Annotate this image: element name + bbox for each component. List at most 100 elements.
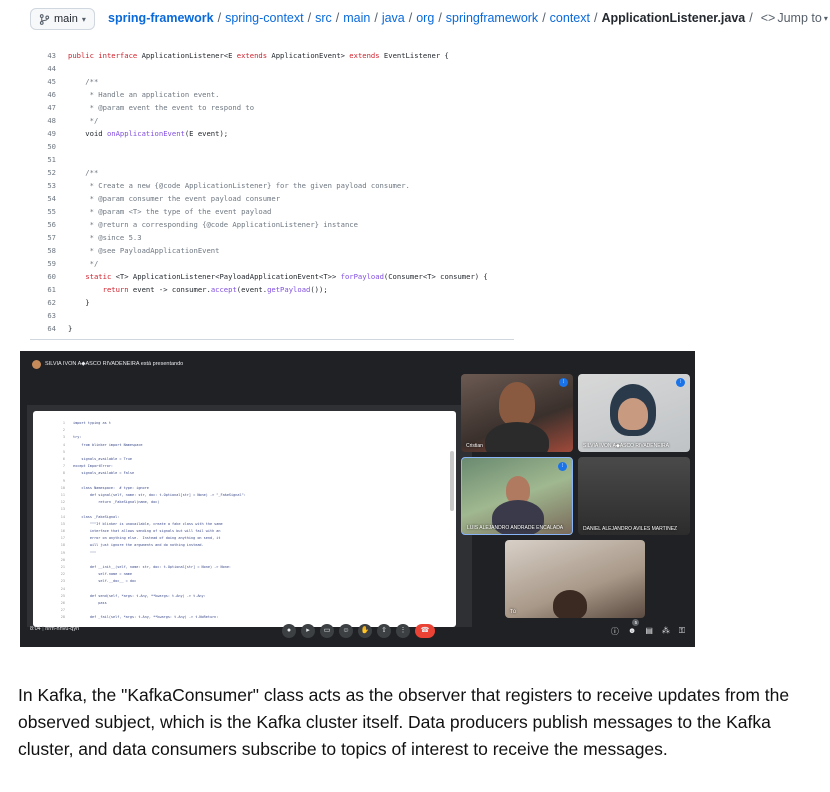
activities-icon[interactable]: ⁂ <box>662 626 670 637</box>
breadcrumb-link[interactable]: springframework <box>446 11 538 25</box>
microphone-icon[interactable]: ● <box>282 624 296 638</box>
people-icon[interactable]: ☻ 5 <box>628 619 640 637</box>
participant-tile[interactable]: DANIEL ALEJANDRO AVILES MARTINEZ <box>578 457 690 535</box>
line-number[interactable]: 49 <box>30 127 56 140</box>
code-text: interface that allows sending of signals… <box>73 529 221 533</box>
shared-code-line: 25 def send(self, *args: t.Any, **kwargs… <box>55 594 206 598</box>
breadcrumb-link[interactable]: java <box>382 11 405 25</box>
participant-tile[interactable]: ⁞ LUIS ALEJANDRO ANDRADE ENCALADA <box>461 457 573 535</box>
participant-count-badge: 5 <box>632 619 640 626</box>
emoji-icon[interactable]: ☺ <box>339 624 353 638</box>
line-number[interactable]: 44 <box>30 62 56 75</box>
captions-icon[interactable]: ▭ <box>320 624 334 638</box>
breadcrumb-separator: / <box>749 11 753 25</box>
code-text: * @return a corresponding {@code Applica… <box>68 220 358 229</box>
line-number[interactable]: 50 <box>30 140 56 153</box>
line-number[interactable]: 48 <box>30 114 56 127</box>
branch-selector-button[interactable]: main ▾ <box>30 8 95 30</box>
shared-code-line: 12 return _FakeSignal(name, doc) <box>55 500 160 504</box>
line-number[interactable]: 46 <box>30 88 56 101</box>
shared-code-line: 3 try: <box>55 435 82 439</box>
present-screen-icon[interactable]: ⇧ <box>377 624 391 638</box>
camera-icon[interactable]: ▸ <box>301 624 315 638</box>
line-number[interactable]: 64 <box>30 322 56 335</box>
line-number[interactable]: 58 <box>30 244 56 257</box>
call-controls-bar: 8:04 | nrm-hhvu-qyn ● ▸ ▭ ☺ ✋ ⇧ ⋮ ☎ ⓘ ☻ 5… <box>20 617 695 647</box>
line-number[interactable]: 62 <box>30 296 56 309</box>
line-number[interactable]: 55 <box>30 205 56 218</box>
shared-code-line: 1 import typing as t <box>55 421 111 425</box>
participant-video <box>485 422 549 452</box>
line-number[interactable]: 56 <box>30 218 56 231</box>
code-line: 59 */ <box>30 257 514 270</box>
file-breadcrumb-bar: main ▾ spring-framework / spring-context… <box>0 0 830 38</box>
breadcrumb-separator: / <box>438 11 442 25</box>
branch-name: main <box>54 13 78 25</box>
code-text: from blinker import Namespace <box>73 442 143 447</box>
info-icon[interactable]: ⓘ <box>611 626 619 637</box>
line-number[interactable]: 57 <box>30 231 56 244</box>
line-number: 25 <box>60 593 65 598</box>
code-line: 44 <box>30 62 514 75</box>
code-text: */ <box>68 259 99 268</box>
line-number[interactable]: 54 <box>30 192 56 205</box>
line-number[interactable]: 47 <box>30 101 56 114</box>
code-line: 45 /** <box>30 75 514 88</box>
code-text: * @param <T> the type of the event paylo… <box>68 207 272 216</box>
line-number[interactable]: 53 <box>30 179 56 192</box>
line-number[interactable]: 52 <box>30 166 56 179</box>
line-number: 17 <box>60 536 65 541</box>
shared-screen: 1 import typing as t 2 3 try: 4 from blinker … <box>27 405 472 627</box>
breadcrumb-link[interactable]: org <box>416 11 434 25</box>
breadcrumb-link[interactable]: spring-context <box>225 11 304 25</box>
kafka-explanation-paragraph: In Kafka, the "KafkaConsumer" class acts… <box>18 685 790 759</box>
participant-name: Cristian <box>466 443 483 449</box>
participant-tile[interactable]: ⁞ SILVIA IVON A◆ASCO RIVADENEIRA <box>578 374 690 452</box>
shared-code-document: 1 import typing as t 2 3 try: 4 from blinker … <box>33 411 456 627</box>
code-line: 57 * @since 5.3 <box>30 231 514 244</box>
breadcrumb-separator: / <box>408 11 413 25</box>
end-call-button[interactable]: ☎ <box>415 624 435 638</box>
line-number: 27 <box>60 608 65 613</box>
raise-hand-icon[interactable]: ✋ <box>358 624 372 638</box>
breadcrumb-link[interactable]: src <box>315 11 332 25</box>
participant-name: LUIS ALEJANDRO ANDRADE ENCALADA <box>467 525 564 531</box>
line-number[interactable]: 43 <box>30 49 56 62</box>
shared-code-line: 23 self.__doc__ = doc <box>55 579 136 583</box>
line-number[interactable]: 59 <box>30 257 56 270</box>
jump-to-button[interactable]: <> Jump to ▾ <box>761 11 828 25</box>
line-number[interactable]: 63 <box>30 309 56 322</box>
code-text: self.__doc__ = doc <box>73 579 137 584</box>
line-number[interactable]: 45 <box>30 75 56 88</box>
more-options-icon[interactable]: ⋮ <box>396 624 410 638</box>
line-number: 10 <box>60 485 65 490</box>
line-number[interactable]: 61 <box>30 283 56 296</box>
shared-code-line: 20 <box>55 558 73 562</box>
code-text: """If blinker is unavailable, create a f… <box>73 521 223 526</box>
code-line: 48 */ <box>30 114 514 127</box>
line-number[interactable]: 51 <box>30 153 56 166</box>
participant-tile[interactable]: ⁞ Cristian <box>461 374 573 452</box>
breadcrumb-repo-link[interactable]: spring-framework <box>108 11 214 25</box>
breadcrumb-separator: / <box>217 11 222 25</box>
chat-icon[interactable]: ▤ <box>645 626 653 637</box>
code-text: static <T> ApplicationListener<PayloadAp… <box>85 272 488 281</box>
code-text: void onApplicationEvent(E event); <box>68 129 229 138</box>
video-call: SILVIA IVON A◆ASCO RIVADENEIRA está pres… <box>20 351 695 647</box>
breadcrumb-separator: / <box>542 11 546 25</box>
code-text: """ <box>73 550 97 555</box>
shared-code-line: 9 <box>55 479 73 483</box>
breadcrumb-link[interactable]: context <box>550 11 590 25</box>
host-controls-icon[interactable]: ⚿ <box>679 626 685 637</box>
code-line: 60 static <T> ApplicationListener<Payloa… <box>30 270 514 283</box>
line-number: 11 <box>60 493 65 497</box>
code-text: * @see PayloadApplicationEvent <box>68 246 220 255</box>
shared-code-line: 27 <box>55 608 73 612</box>
self-view-tile[interactable]: Tú <box>505 540 645 618</box>
line-number[interactable]: 60 <box>30 270 56 283</box>
breadcrumb-link[interactable]: main <box>343 11 370 25</box>
code-text: def __init__(self, name: str, doc: t.Opt… <box>73 565 232 569</box>
code-line: 55 * @param <T> the type of the event pa… <box>30 205 514 218</box>
code-line: 51 <box>30 153 514 166</box>
line-number: 26 <box>60 601 65 605</box>
